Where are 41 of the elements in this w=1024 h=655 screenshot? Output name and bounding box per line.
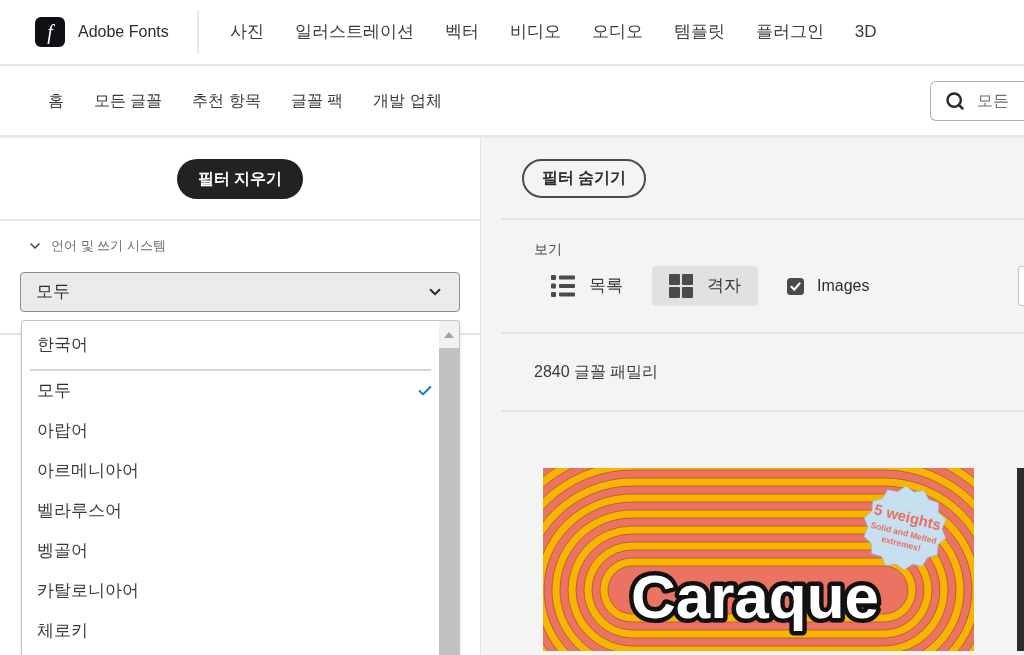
dropdown-option[interactable]: 카탈로니아어 (22, 570, 439, 611)
filter-section-toggle[interactable]: 언어 및 쓰기 시스템 (27, 236, 166, 256)
clear-filters-button[interactable]: 필터 지우기 (176, 158, 304, 199)
nav-link[interactable]: 일러스트레이션 (294, 19, 414, 45)
nav-link[interactable]: 사진 (229, 19, 264, 45)
input-field[interactable] (1018, 266, 1024, 306)
scrollbar[interactable] (439, 320, 459, 655)
nav-link[interactable]: 템플릿 (673, 19, 725, 45)
arrow-up-icon[interactable] (444, 331, 454, 338)
weights-badge: 5 weights Solid and Melted extremes! (863, 485, 947, 571)
logo-mark[interactable]: f (35, 17, 65, 47)
dropdown-option[interactable]: 벵골어 (22, 530, 439, 571)
dropdown-option[interactable]: 체로키 (22, 610, 439, 651)
brand-name[interactable]: Adobe Fonts (78, 20, 169, 44)
language-select[interactable]: 모두 (20, 271, 460, 312)
nav-link[interactable]: 플러그인 (755, 19, 824, 45)
font-card-image[interactable] (1017, 468, 1024, 651)
dropdown-option[interactable]: 아랍어 (22, 410, 439, 451)
search-field[interactable]: 모든 (930, 80, 1024, 121)
nav-link[interactable]: 벡터 (444, 19, 479, 45)
sub-nav-link[interactable]: 모든 글꼴 (94, 88, 163, 113)
images-checkbox[interactable] (787, 277, 804, 295)
images-label[interactable]: Images (817, 274, 870, 298)
result-count: 2840 글꼴 패밀리 (534, 362, 659, 382)
dropdown-option[interactable]: 한국어 (22, 320, 439, 369)
hide-filters-button[interactable]: 필터 숨기기 (522, 158, 647, 198)
sub-nav-link[interactable]: 글꼴 팩 (290, 88, 344, 113)
search-icon (945, 90, 965, 111)
grid-icon (669, 274, 693, 298)
sub-nav-link[interactable]: 추천 항목 (192, 88, 261, 113)
dropdown-option[interactable]: 아르메니아어 (22, 450, 439, 491)
list-icon (551, 275, 575, 297)
sub-nav-link[interactable]: 홈 (48, 88, 64, 113)
view-toggle[interactable]: 목록 (534, 266, 640, 306)
view-label: 보기 (534, 240, 562, 259)
nav-link[interactable]: 3D (854, 19, 877, 45)
view-toggle[interactable]: 격자 (652, 266, 758, 306)
nav-link[interactable]: 오디오 (591, 19, 643, 45)
nav-link[interactable]: 비디오 (509, 19, 561, 45)
sub-nav-link[interactable]: 개발 업체 (373, 88, 442, 113)
dropdown-option[interactable]: 벨라루스어 (22, 490, 439, 531)
